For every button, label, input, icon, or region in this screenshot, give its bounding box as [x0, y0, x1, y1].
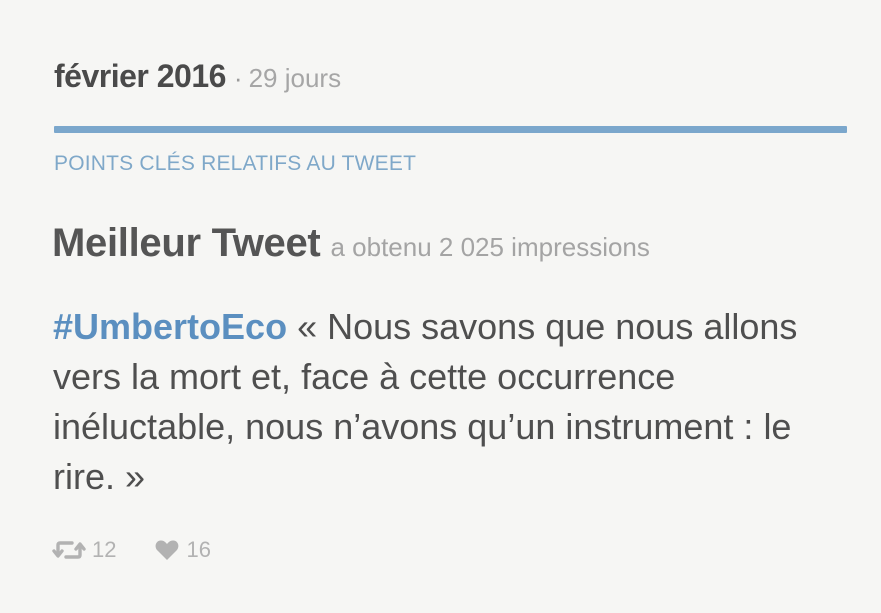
section-label: POINTS CLÉS RELATIFS AU TWEET: [54, 152, 417, 175]
tweet-hashtag-link[interactable]: #UmbertoEco: [53, 306, 287, 347]
retweet-count: 12: [92, 537, 117, 562]
period-days: 29 jours: [248, 63, 342, 93]
tweet-stats: 12 16: [52, 536, 249, 564]
period-separator: ·: [233, 63, 243, 93]
retweet-stat[interactable]: 12: [52, 536, 116, 564]
best-tweet-heading: Meilleur Tweet a obtenu 2 025 impressions: [52, 218, 650, 277]
period-header: février 2016 · 29 jours: [54, 56, 341, 98]
period-month: février 2016: [54, 58, 226, 94]
heart-icon: [156, 540, 179, 560]
best-tweet-impressions: a obtenu 2 025 impressions: [330, 232, 650, 262]
tweet-text: #UmbertoEco « Nous savons que nous allon…: [53, 302, 843, 502]
section-divider: [54, 126, 847, 133]
retweet-icon: [52, 541, 86, 559]
tweet-highlights-card: février 2016 · 29 jours POINTS CLÉS RELATI…: [0, 0, 881, 613]
like-stat[interactable]: 16: [154, 536, 211, 564]
best-tweet-title: Meilleur Tweet: [52, 221, 321, 265]
like-count: 16: [186, 537, 211, 562]
